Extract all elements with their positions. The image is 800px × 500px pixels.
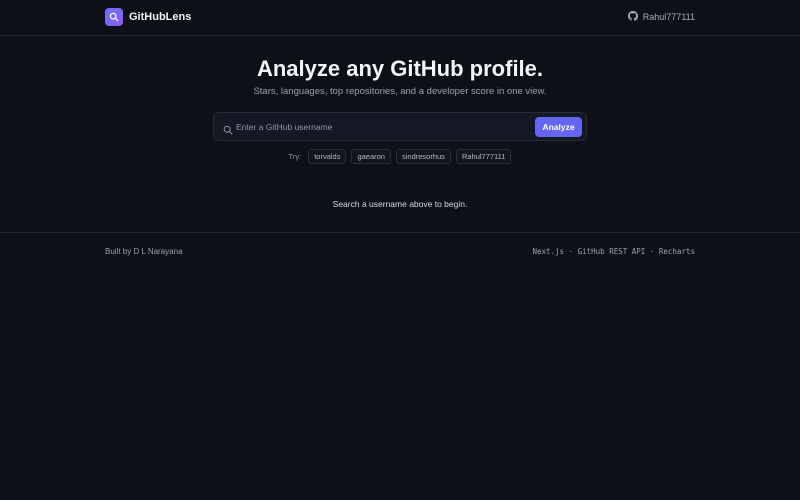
search-form: Analyze xyxy=(213,112,587,141)
suggestion-chip[interactable]: gaearon xyxy=(351,149,391,164)
suggestion-chip[interactable]: sindresorhus xyxy=(395,149,451,164)
footer-divider xyxy=(0,232,800,233)
username-input[interactable] xyxy=(236,117,526,137)
suggestion-chip[interactable]: Rahul777111 xyxy=(455,149,512,164)
page-title: Analyze any GitHub profile. xyxy=(256,56,544,81)
analyze-button[interactable]: Analyze xyxy=(535,117,582,137)
brand-name: GitHubLens xyxy=(129,11,192,23)
top-nav: GitHubLens Rahul777111 xyxy=(0,0,800,36)
github-user-link[interactable]: Rahul777111 xyxy=(627,11,695,23)
search-icon xyxy=(223,122,233,140)
logo[interactable]: GitHubLens xyxy=(105,8,191,26)
footer-tech-stack: Next.js · GitHub REST API · Recharts xyxy=(532,247,695,256)
search-icon xyxy=(105,8,123,26)
footer-credit: Built by D L Narayana xyxy=(105,247,183,256)
suggestions-label: Try: xyxy=(288,152,302,161)
page-subtitle: Stars, languages, top repositories, and … xyxy=(253,86,547,97)
suggestion-chip[interactable]: torvalds xyxy=(308,149,347,164)
empty-state-message: Search a username above to begin. xyxy=(332,199,468,209)
github-username: Rahul777111 xyxy=(642,12,695,22)
github-icon xyxy=(627,11,638,23)
suggestions: Try: torvalds gaearon sindresorhus Rahul… xyxy=(0,149,800,164)
